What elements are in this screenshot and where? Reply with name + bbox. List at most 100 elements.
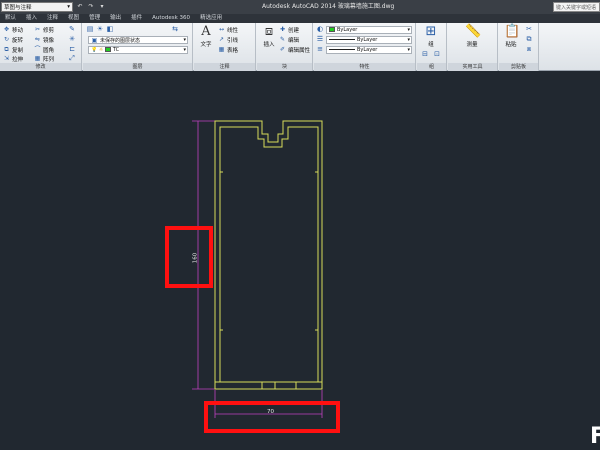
array-button[interactable]: ▦ 阵列 (34, 54, 54, 63)
paste-button[interactable]: 📋 粘贴 (501, 24, 521, 49)
measure-button[interactable]: 📏 测量 (462, 24, 482, 49)
lineweight-preview (329, 49, 355, 50)
lineweight-icon[interactable]: ≡ (316, 45, 324, 53)
tab-view[interactable]: 视图 (63, 14, 84, 23)
layer-dropdown[interactable]: 💡 ☼ TC ▾ (88, 46, 188, 54)
array-icon: ▦ (34, 55, 41, 62)
edit-attributes-button[interactable]: ✐ 编辑属性 (279, 45, 310, 54)
layer-color-swatch (104, 47, 111, 52)
rotate-button[interactable]: ↻ 旋转 (3, 35, 23, 44)
layer-isolate-icon[interactable]: ◧ (106, 25, 114, 33)
mirror-button[interactable]: ⇋ 镜像 (34, 35, 54, 44)
layer-off-icon[interactable]: ☀ (96, 25, 104, 33)
layer-name: TC (112, 47, 120, 53)
redo-icon[interactable]: ↷ (87, 3, 95, 11)
window-title: Autodesk AutoCAD 2014 玻璃幕墙施工图.dwg (262, 3, 395, 10)
layer-state-dropdown[interactable]: ▣ 未保存的图层状态 ▾ (88, 36, 188, 44)
groups-panel: ⊞ 组 ⊟ ⊡ 组 (417, 23, 447, 71)
chevron-down-icon: ▾ (407, 47, 410, 53)
stretch-label: 拉伸 (12, 56, 24, 63)
undo-icon[interactable]: ↶ (76, 3, 84, 11)
text-icon: A (201, 24, 211, 39)
copy-clip-icon[interactable]: ⧉ (525, 35, 533, 43)
copy-base-icon[interactable]: ⧈ (525, 45, 533, 53)
quick-access-menu-icon[interactable]: ▾ (98, 3, 106, 11)
tab-home[interactable]: 默认 (0, 14, 21, 23)
lineweight-value: ByLayer (357, 47, 378, 53)
rotate-icon: ↻ (3, 36, 10, 43)
paste-icon: 📋 (504, 24, 521, 39)
linear-dimension-button[interactable]: ↔ 线性 (218, 25, 238, 34)
layers-panel-title[interactable]: 图层 (83, 63, 192, 71)
properties-panel-title[interactable]: 特性 (314, 63, 415, 71)
utilities-panel-title[interactable]: 实用工具 (448, 63, 497, 71)
copy-icon: ⧉ (4, 46, 9, 53)
search-input[interactable]: 键入关键字或短语 (553, 2, 600, 12)
group-edit-icon[interactable]: ⊡ (433, 50, 441, 58)
erase-icon[interactable]: ✎ (68, 25, 76, 33)
measure-icon: 📏 (465, 24, 482, 39)
trim-button[interactable]: ✂ 修剪 (34, 25, 54, 34)
group-label: 组 (428, 42, 434, 48)
offset-icon[interactable]: ⊏ (68, 45, 76, 53)
viewcube-fragment-icon: F (590, 424, 600, 449)
linetype-dropdown[interactable]: ByLayer ▾ (326, 36, 412, 44)
text-label: 文字 (200, 42, 212, 48)
stretch-button[interactable]: ⇲ 拉伸 (3, 54, 23, 63)
tab-autodesk-360[interactable]: Autodesk 360 (147, 14, 195, 23)
clipboard-panel-title[interactable]: 剪贴板 (499, 63, 538, 71)
paste-label: 粘贴 (505, 42, 517, 48)
edit-block-button[interactable]: ✎ 编辑 (279, 35, 299, 44)
drawing-svg (192, 120, 323, 418)
mirror-icon: ⇋ (34, 36, 41, 43)
lineweight-dropdown[interactable]: ByLayer ▾ (326, 46, 412, 54)
properties-panel: ◐ ☰ ≡ ByLayer ▾ ByLayer ▾ ByLayer ▾ 特性 (314, 23, 416, 71)
clipboard-panel: 📋 粘贴 ✂ ⧉ ⧈ 剪贴板 (499, 23, 539, 71)
linear-dimension-icon: ↔ (218, 26, 225, 33)
create-block-button[interactable]: ✚ 创建 (279, 25, 299, 34)
cut-icon[interactable]: ✂ (525, 25, 533, 33)
tab-plugins[interactable]: 插件 (126, 14, 147, 23)
measure-label: 测量 (466, 42, 478, 48)
highlight-box-vertical-dimension (165, 226, 213, 288)
table-button[interactable]: ▦ 表格 (218, 45, 238, 54)
move-icon: ✥ (3, 26, 10, 33)
tab-featured-apps[interactable]: 精选应用 (195, 14, 227, 23)
workspace-dropdown[interactable]: 草图与注释 ▾ (1, 2, 73, 12)
drawing-canvas[interactable]: 160 70 F (0, 72, 600, 450)
create-block-label: 创建 (288, 27, 300, 34)
text-button[interactable]: A 文字 (196, 24, 216, 49)
chevron-down-icon: ▾ (183, 37, 186, 43)
groups-panel-title[interactable]: 组 (417, 63, 446, 71)
modify-panel-title[interactable]: 修改 (0, 63, 81, 71)
ungroup-icon[interactable]: ⊟ (421, 50, 429, 58)
insert-block-button[interactable]: ⧈ 插入 (259, 25, 279, 49)
ribbon-tab-bar: 默认 插入 注释 视图 管理 输出 插件 Autodesk 360 精选应用 (0, 14, 600, 23)
tab-insert[interactable]: 插入 (21, 14, 42, 23)
scale-icon[interactable]: ⤢ (68, 54, 76, 62)
leader-icon: ↗ (218, 36, 225, 43)
explode-icon[interactable]: ✳ (68, 35, 76, 43)
layer-state-label: 未保存的图层状态 (100, 38, 141, 44)
annotation-panel: A 文字 ↔ 线性 ↗ 引线 ▦ 表格 注释 (194, 23, 256, 71)
match-properties-icon[interactable]: ◐ (316, 25, 324, 33)
match-layer-icon[interactable]: ⇆ (171, 25, 179, 33)
tab-annotate[interactable]: 注释 (42, 14, 63, 23)
copy-button[interactable]: ⧉ 复制 (3, 45, 23, 54)
group-button[interactable]: ⊞ 组 (421, 25, 441, 49)
fillet-button[interactable]: ⌒ 圆角 (34, 45, 54, 54)
annotation-panel-title[interactable]: 注释 (194, 63, 255, 71)
linetype-icon[interactable]: ☰ (316, 35, 324, 43)
leader-button[interactable]: ↗ 引线 (218, 35, 238, 44)
block-panel-title[interactable]: 块 (257, 63, 312, 71)
linear-dimension-label: 线性 (227, 27, 239, 34)
move-button[interactable]: ✥ 移动 (3, 25, 23, 34)
color-dropdown[interactable]: ByLayer ▾ (326, 26, 412, 34)
tab-manage[interactable]: 管理 (84, 14, 105, 23)
tab-output[interactable]: 输出 (105, 14, 126, 23)
edit-block-label: 编辑 (288, 37, 300, 44)
layer-properties-icon[interactable]: ▤ (86, 25, 94, 33)
modify-panel: ✥ 移动 ↻ 旋转 ⧉ 复制 ⇲ 拉伸 ✂ 修剪 ⇋ 镜像 ⌒ 圆角 ▦ 阵列 ✎ ✳ ⊏ ⤢ … (0, 23, 82, 71)
trim-icon: ✂ (34, 26, 41, 33)
array-label: 阵列 (43, 56, 55, 63)
